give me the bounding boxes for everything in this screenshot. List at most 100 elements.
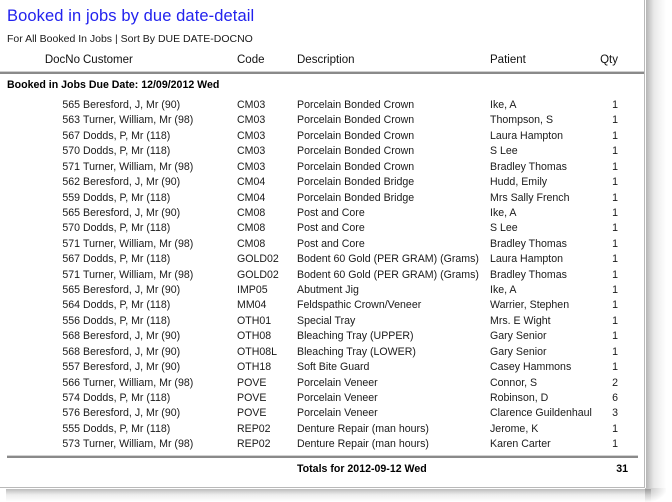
cell-qty: 1 — [612, 176, 618, 189]
cell-qty: 1 — [612, 191, 618, 204]
table-row[interactable]: 568 Beresford, J, Mr (90) OTH08L Bleaching … — [0, 345, 644, 360]
cell-qty: 1 — [612, 422, 618, 435]
cell-docno: 576 — [62, 407, 80, 420]
cell-qty: 1 — [612, 114, 618, 127]
table-row[interactable]: 565 Beresford, J, Mr (90) CM03 Porcelain Bo… — [0, 98, 644, 113]
cell-description: Bodent 60 Gold (PER GRAM) (Grams) — [297, 253, 479, 266]
cell-description: Special Tray — [297, 314, 356, 327]
report-subtitle: For All Booked In Jobs | Sort By DUE DAT… — [7, 33, 253, 45]
page-shadow-right — [646, 0, 666, 488]
column-header-customer: Customer — [83, 54, 133, 66]
cell-code: IMP05 — [237, 284, 268, 297]
table-row[interactable]: 570 Dodds, P, Mr (118) CM03 Porcelain Bonde… — [0, 144, 644, 159]
cell-description: Porcelain Veneer — [297, 392, 378, 405]
group-header-due-date: Booked in Jobs Due Date: 12/09/2012 Wed — [7, 79, 220, 91]
cell-customer: Dodds, P, Mr (118) — [83, 145, 171, 158]
totals-row: Totals for 2012-09-12 Wed 31 — [0, 462, 644, 478]
cell-customer: Beresford, J, Mr (90) — [83, 330, 181, 343]
cell-code: OTH08L — [237, 345, 278, 358]
totals-label: Totals for 2012-09-12 Wed — [297, 463, 427, 475]
cell-customer: Dodds, P, Mr (118) — [83, 422, 171, 435]
cell-qty: 1 — [612, 284, 618, 297]
cell-description: Porcelain Veneer — [297, 407, 378, 420]
table-row[interactable]: 555 Dodds, P, Mr (118) REP02 Denture Repair… — [0, 422, 644, 437]
cell-qty: 1 — [612, 438, 618, 451]
cell-code: OTH08 — [237, 330, 272, 343]
cell-code: OTH18 — [237, 361, 272, 374]
table-row[interactable]: 576 Beresford, J, Mr (90) POVE Porcelain Ve… — [0, 406, 644, 421]
table-row[interactable]: 565 Beresford, J, Mr (90) IMP05 Abutment Ji… — [0, 283, 644, 298]
table-row[interactable]: 571 Turner, William, Mr (98) CM03 Porcelain… — [0, 160, 644, 175]
cell-description: Porcelain Veneer — [297, 376, 378, 389]
header-divider — [0, 71, 644, 74]
table-row[interactable]: 568 Beresford, J, Mr (90) OTH08 Bleaching T… — [0, 329, 644, 344]
cell-code: REP02 — [237, 422, 271, 435]
cell-docno: 556 — [62, 314, 80, 327]
cell-docno: 567 — [62, 129, 80, 142]
cell-customer: Turner, William, Mr (98) — [83, 438, 194, 451]
table-body: 565 Beresford, J, Mr (90) CM03 Porcelain Bo… — [0, 98, 644, 453]
table-row[interactable]: 573 Turner, William, Mr (98) REP02 Denture … — [0, 437, 644, 452]
cell-customer: Beresford, J, Mr (90) — [83, 99, 181, 111]
table-row[interactable]: 565 Beresford, J, Mr (90) CM08 Post and Cor… — [0, 206, 644, 221]
table-row[interactable]: 559 Dodds, P, Mr (118) CM04 Porcelain Bonde… — [0, 191, 644, 206]
cell-description: Bleaching Tray (UPPER) — [297, 330, 414, 343]
cell-customer: Dodds, P, Mr (118) — [83, 314, 171, 327]
cell-code: CM03 — [237, 114, 266, 127]
table-row[interactable]: 570 Dodds, P, Mr (118) CM08 Post and Core S … — [0, 221, 644, 236]
cell-docno: 568 — [62, 330, 80, 343]
cell-docno: 555 — [62, 422, 80, 435]
table-row[interactable]: 567 Dodds, P, Mr (118) GOLD02 Bodent 60 Gol… — [0, 252, 644, 267]
table-row[interactable]: 571 Turner, William, Mr (98) GOLD02 Bodent … — [0, 268, 644, 283]
cell-docno: 562 — [62, 176, 80, 189]
cell-docno: 565 — [62, 99, 80, 111]
cell-docno: 565 — [62, 206, 80, 219]
cell-code: POVE — [237, 376, 267, 389]
table-column-headers: DocNo Customer Code Description Patient … — [0, 53, 644, 71]
cell-docno: 557 — [62, 361, 80, 374]
table-row[interactable]: 556 Dodds, P, Mr (118) OTH01 Special Tray Mr… — [0, 314, 644, 329]
cell-customer: Turner, William, Mr (98) — [83, 268, 194, 281]
cell-qty: 2 — [612, 376, 618, 389]
cell-customer: Beresford, J, Mr (90) — [83, 361, 181, 374]
cell-description: Porcelain Bonded Crown — [297, 114, 415, 127]
table-row[interactable]: 562 Beresford, J, Mr (90) CM04 Porcelain Bo… — [0, 175, 644, 190]
cell-qty: 6 — [612, 392, 618, 405]
cell-description: Post and Core — [297, 222, 365, 235]
table-row[interactable]: 563 Turner, William, Mr (98) CM03 Porcelain… — [0, 113, 644, 128]
page-shadow-corner — [645, 488, 666, 502]
table-row[interactable]: 571 Turner, William, Mr (98) CM08 Post and … — [0, 237, 644, 252]
table-row[interactable]: 557 Beresford, J, Mr (90) OTH18 Soft Bite G… — [0, 360, 644, 375]
cell-code: CM03 — [237, 129, 266, 142]
cell-qty: 1 — [612, 145, 618, 158]
cell-description: Feldspathic Crown/Veneer — [297, 299, 422, 312]
cell-customer: Turner, William, Mr (98) — [83, 376, 194, 389]
cell-qty: 1 — [612, 330, 618, 343]
cell-qty: 1 — [612, 361, 618, 374]
cell-customer: Beresford, J, Mr (90) — [83, 176, 181, 189]
cell-customer: Dodds, P, Mr (118) — [83, 392, 171, 405]
report-page: Booked in jobs by due date-detail For Al… — [0, 0, 645, 488]
cell-customer: Beresford, J, Mr (90) — [83, 206, 181, 219]
cell-docno: 565 — [62, 284, 80, 297]
cell-qty: 1 — [612, 237, 618, 250]
cell-description: Denture Repair (man hours) — [297, 438, 429, 451]
cell-description: Bodent 60 Gold (PER GRAM) (Grams) — [297, 268, 479, 281]
cell-code: POVE — [237, 407, 267, 420]
cell-customer: Dodds, P, Mr (118) — [83, 222, 171, 235]
cell-customer: Turner, William, Mr (98) — [83, 237, 194, 250]
table-row[interactable]: 564 Dodds, P, Mr (118) MM04 Feldspathic Cro… — [0, 298, 644, 313]
cell-description: Porcelain Bonded Bridge — [297, 176, 415, 189]
table-row[interactable]: 566 Turner, William, Mr (98) POVE Porcelain… — [0, 376, 644, 391]
page-title: Booked in jobs by due date-detail — [7, 7, 255, 25]
cell-customer: Turner, William, Mr (98) — [83, 160, 194, 173]
cell-description: Soft Bite Guard — [297, 361, 370, 374]
page-shadow-bottom — [6, 489, 651, 502]
cell-description: Porcelain Bonded Crown — [297, 99, 415, 111]
cell-qty: 1 — [612, 314, 618, 327]
cell-description: Post and Core — [297, 237, 365, 250]
table-row[interactable]: 574 Dodds, P, Mr (118) POVE Porcelain Venee… — [0, 391, 644, 406]
cell-customer: Dodds, P, Mr (118) — [83, 299, 171, 312]
cell-qty: 3 — [612, 407, 618, 420]
table-row[interactable]: 567 Dodds, P, Mr (118) CM03 Porcelain Bonde… — [0, 129, 644, 144]
